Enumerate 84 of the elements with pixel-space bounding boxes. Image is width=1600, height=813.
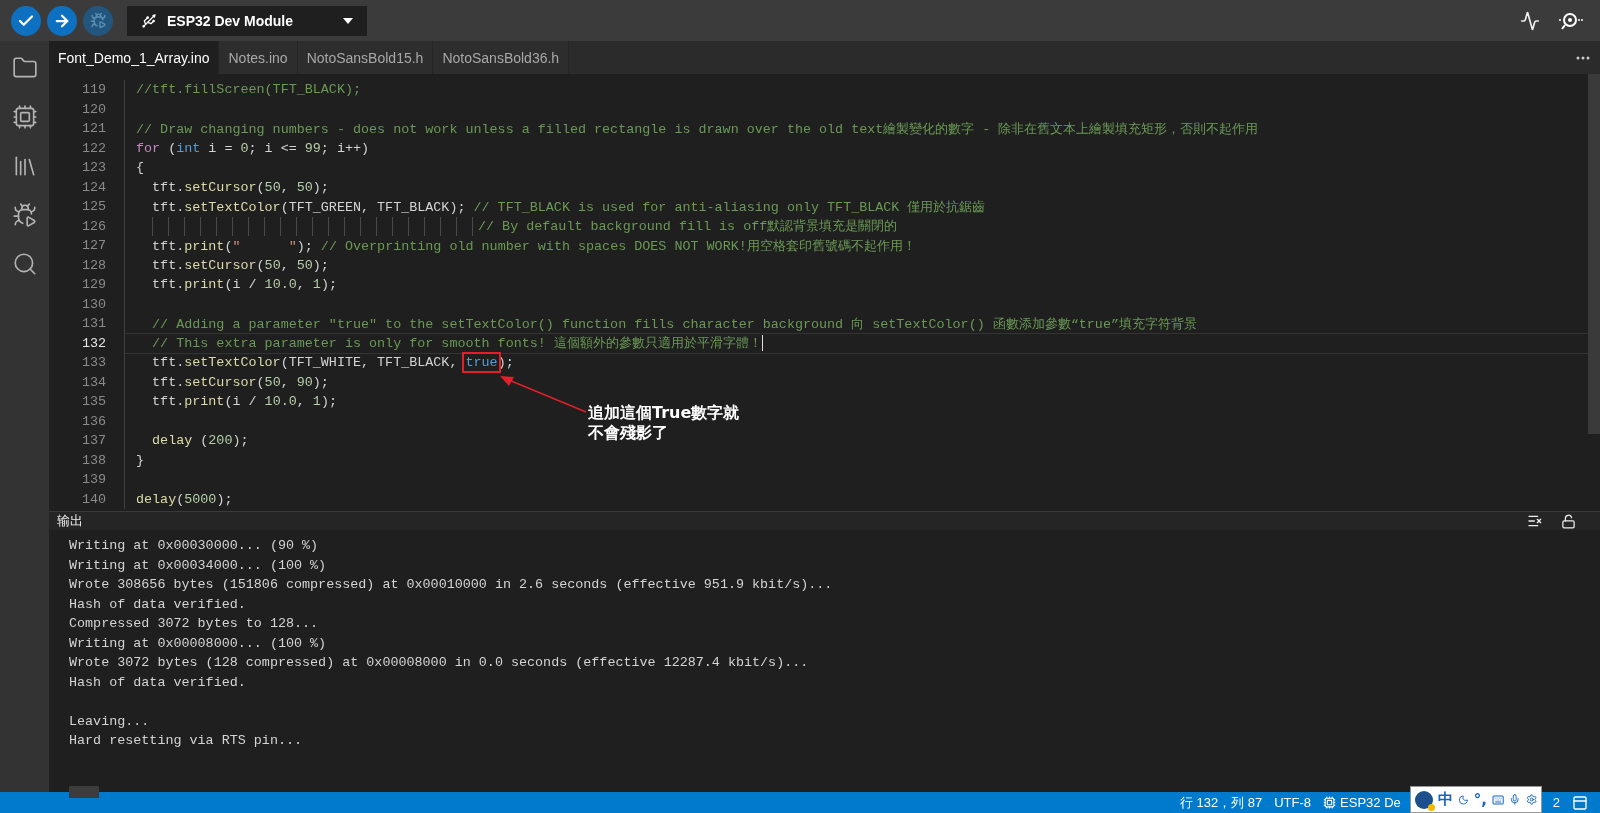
microphone-icon[interactable] [1509,792,1521,807]
line-number: 129 [80,277,106,293]
board-icon[interactable] [11,104,38,130]
notification-count[interactable]: 2 [1552,795,1560,810]
lock-icon[interactable] [1561,513,1576,529]
line-number: 132 [80,335,106,351]
punctuation-mode[interactable]: °, [1473,790,1487,809]
annotation-text: 不會殘影了 [588,423,669,443]
text-cursor [761,335,763,352]
line-number: 120 [80,101,106,117]
line-number: 138 [80,452,106,468]
line-number: 134 [80,374,106,390]
magnifier-dots-icon [1558,10,1584,31]
serial-monitor-button[interactable] [1558,10,1584,31]
more-icon [1576,55,1590,60]
code-line: tft.setCursor(50, 50); [151,257,329,273]
line-number: 126 [80,218,106,234]
output-line: Writing at 0x00008000... (100 %) [69,635,328,653]
board-selector[interactable]: ESP32 Dev Module [127,5,367,36]
panel-icon[interactable] [1572,794,1588,811]
clear-output-icon[interactable] [1527,513,1543,529]
code-line: tft.print(i / 10.0, 1); [151,277,337,293]
code-line: //tft.fillScreen(TFT_BLACK); [136,82,361,98]
bug-play-icon[interactable] [11,202,38,228]
annotation-text: 追加這個True數字就 [588,403,740,423]
line-number: 139 [80,472,106,488]
output-line: Hash of data verified. [69,596,247,614]
debug-button[interactable] [83,5,113,36]
terminal-cursor [69,786,99,798]
code-line: tft.print(i / 10.0, 1); [151,394,337,410]
file-tab[interactable]: Font_Demo_1_Array.ino [49,41,220,74]
output-line: Compressed 3072 bytes to 128... [69,616,320,633]
code-line: tft.setCursor(50, 90); [151,374,329,390]
code-line: delay (200); [151,433,249,449]
line-number: 137 [80,433,106,449]
line-number: 136 [80,413,106,429]
output-title: 输出 [57,512,83,530]
bug-play-icon [89,12,107,29]
line-number: 122 [80,140,106,156]
moon-icon[interactable] [1458,792,1469,807]
line-number: 119 [80,82,106,98]
code-line: delay(5000); [136,491,233,507]
serial-plotter-button[interactable] [1520,10,1540,31]
input-mode[interactable]: 中 [1438,790,1453,809]
settings-icon[interactable] [1525,792,1537,807]
cursor-position[interactable]: 行 132，列 87 [1179,793,1263,812]
output-line: Writing at 0x00030000... (90 %) [69,538,320,555]
board-icon [1323,796,1337,809]
output-line: Hard resetting via RTS pin... [69,733,304,750]
code-line: tft.print(" "); // Overprinting old number with spaces DOES NOT WORK!用空格套印舊號碼不起作用！ [151,237,916,255]
ime-logo-icon[interactable] [1415,790,1433,809]
line-number: 135 [80,394,106,410]
line-number: 130 [80,296,106,312]
output-line: Leaving... [69,713,151,731]
output-line: Hash of data verified. [69,674,247,692]
pulse-icon [1520,10,1540,31]
output-line: Writing at 0x00034000... (100 %) [69,557,328,575]
line-number: 133 [80,355,106,371]
code-line: tft.setCursor(50, 50); [151,179,329,195]
upload-button[interactable] [47,5,77,36]
caret-icon [343,17,353,24]
scrollbar-thumb[interactable] [1588,74,1600,434]
line-number: 140 [80,491,106,507]
line-number: 131 [80,316,106,332]
code-line: // Draw changing numbers - does not work unless a filled rectangle is drawn over the old text繪製變化的數字 - 除非在舊文本上繪製填充矩形，否則不起作用 [136,120,1259,138]
code-line: { [136,160,145,176]
line-number: 123 [80,160,106,176]
verify-button[interactable] [11,5,41,36]
board-status[interactable]: ESP32 De [1323,795,1401,810]
line-number: 128 [80,257,106,273]
code-line: // By default background fill is off默認背景填充是關閉的 [478,218,898,236]
line-number: 124 [80,179,106,195]
output-line: Wrote 3072 bytes (128 compressed) at 0x00008000 in 0.0 seconds (effective 12287.4 kbit/s)... [69,655,810,672]
line-number: 121 [80,121,106,137]
code-line: } [136,452,145,468]
code-line: // This extra parameter is only for smooth fonts! 這個額外的參數只適用於平滑字體！ [151,335,762,353]
code-line: tft.setTextColor(TFT_GREEN, TFT_BLACK); // TFT_BLACK is used for anti-aliasing only TFT_BLACK 僅用於抗鋸齒 [151,198,986,216]
output-line: Wrote 308656 bytes (151806 compressed) at 0x00010000 in 2.6 seconds (effective 951.9 kbit/s)... [69,577,834,594]
encoding-label[interactable]: UTF-8 [1274,795,1312,810]
code-line: // Adding a parameter "true" to the setTextColor() function fills character background 向 setTextColor() 函數添加參數“true”填充字符背景 [151,315,1197,333]
line-number: 125 [80,199,106,215]
code-line: for (int i = 0; i <= 99; i++) [136,140,370,156]
line-number: 127 [80,238,106,254]
usb-icon [141,12,157,29]
